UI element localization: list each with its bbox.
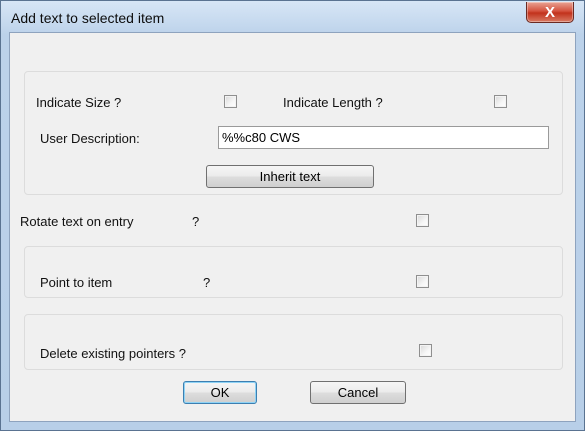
point-to-item-question: ? <box>203 275 211 290</box>
user-description-input[interactable] <box>218 126 549 149</box>
rotate-text-label: Rotate text on entry <box>20 214 134 229</box>
cancel-button[interactable]: Cancel <box>310 381 406 404</box>
inherit-text-button[interactable]: Inherit text <box>206 165 374 188</box>
close-button[interactable]: X <box>526 2 574 23</box>
indicate-size-checkbox[interactable] <box>224 95 237 108</box>
dialog-window: Add text to selected item X Indicate Siz… <box>0 0 585 431</box>
delete-pointers-group <box>24 314 563 370</box>
user-description-label: User Description: <box>40 131 140 146</box>
point-to-item-group <box>24 246 563 298</box>
ok-button[interactable]: OK <box>183 381 257 404</box>
delete-pointers-checkbox[interactable] <box>419 344 432 357</box>
title-bar[interactable]: Add text to selected item X <box>1 1 584 31</box>
point-to-item-label: Point to item <box>40 275 113 290</box>
indicate-size-label: Indicate Size ? <box>36 95 122 110</box>
indicate-length-checkbox[interactable] <box>494 95 507 108</box>
close-icon: X <box>544 3 555 21</box>
dialog-title: Add text to selected item <box>11 10 165 26</box>
delete-pointers-label: Delete existing pointers ? <box>40 346 186 361</box>
dialog-content: Indicate Size ? Indicate Length ? User D… <box>9 32 576 422</box>
indicate-length-label: Indicate Length ? <box>283 95 383 110</box>
rotate-text-checkbox[interactable] <box>416 214 429 227</box>
point-to-item-checkbox[interactable] <box>416 275 429 288</box>
rotate-text-question: ? <box>192 214 200 229</box>
